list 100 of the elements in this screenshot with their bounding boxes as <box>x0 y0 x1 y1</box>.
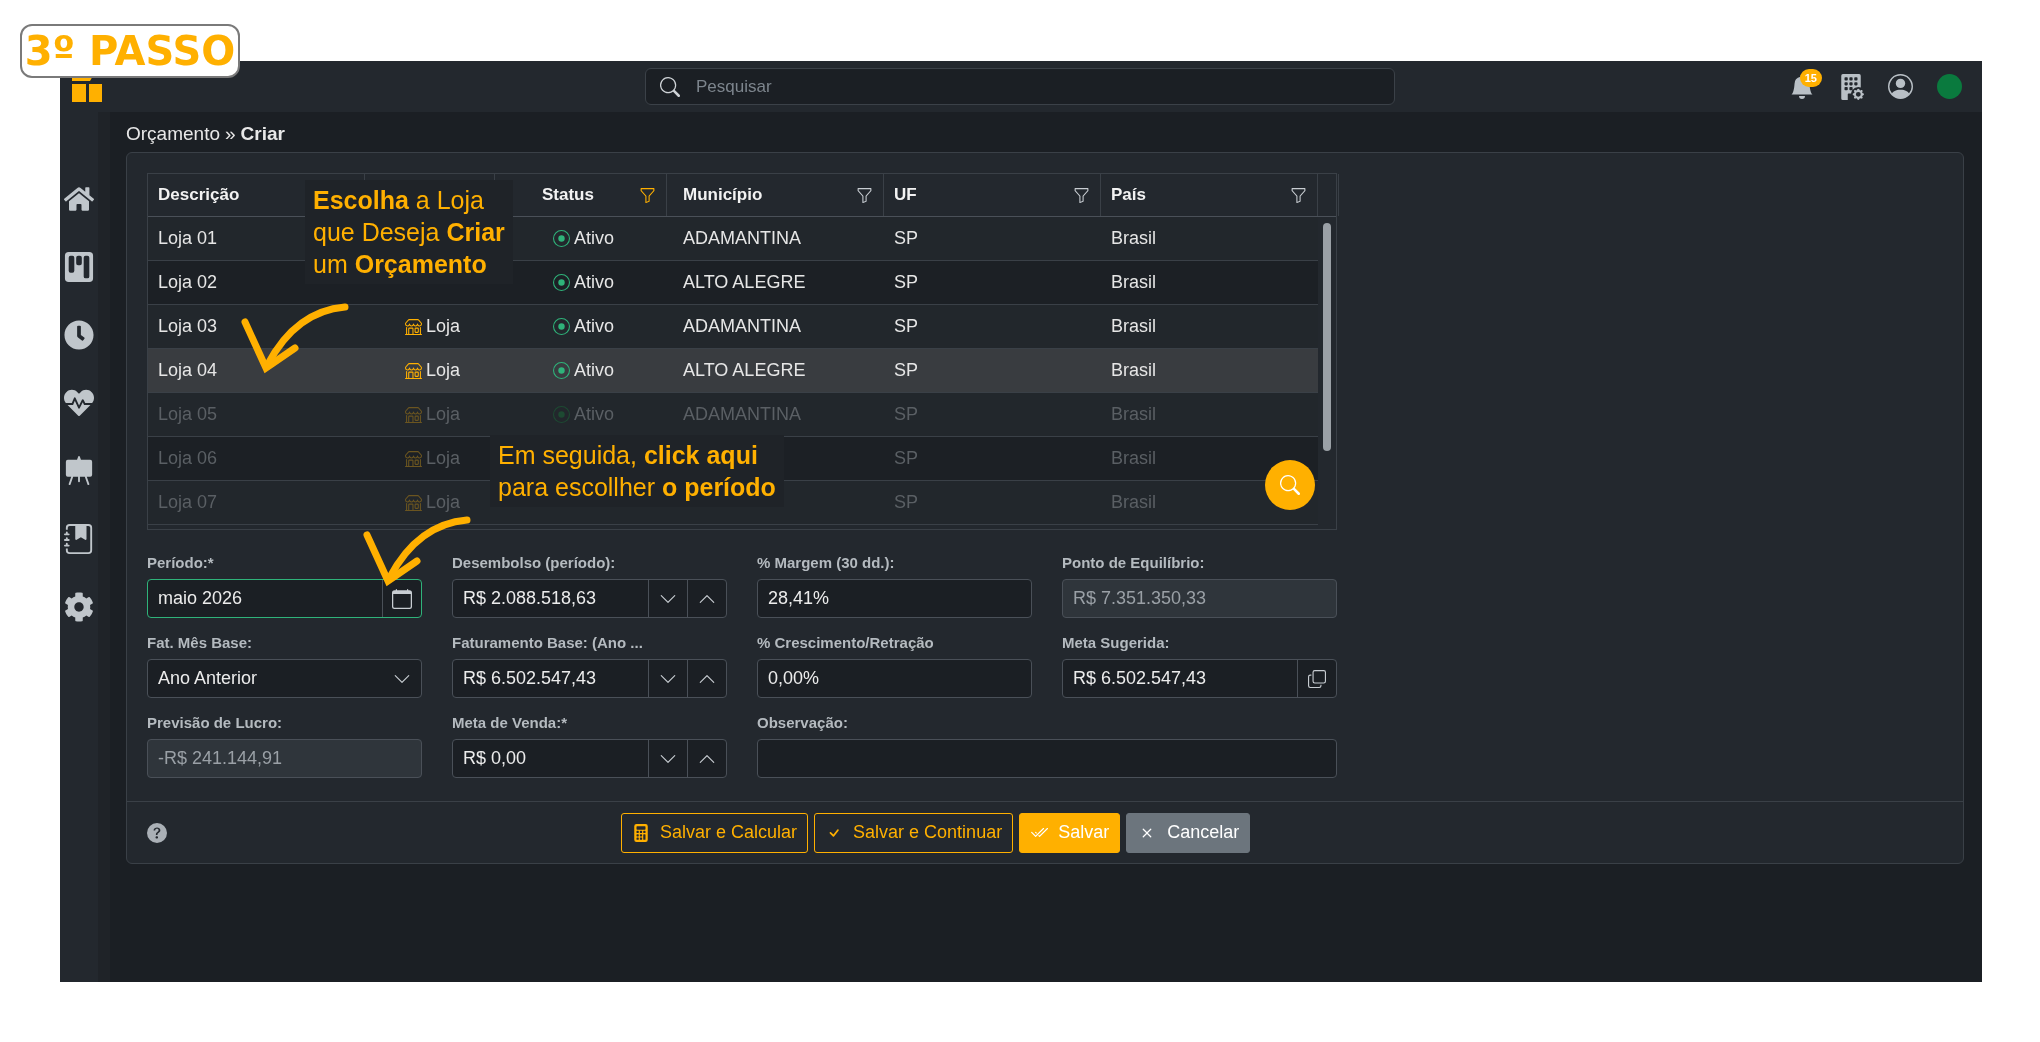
table-row[interactable]: Loja 04 Loja Ativo ALTO ALEGRE SP Brasil <box>148 349 1318 393</box>
table-cell: SP <box>894 404 918 425</box>
table-cell: Brasil <box>1111 492 1156 513</box>
table-cell: Loja 01 <box>158 228 218 249</box>
settings-icon[interactable] <box>64 592 94 622</box>
input-field[interactable] <box>757 739 1337 778</box>
input-text[interactable]: R$ 6.502.547,43 <box>1063 660 1297 697</box>
status-icon <box>553 274 570 291</box>
help-icon[interactable] <box>147 822 167 843</box>
shop-icon <box>405 362 422 379</box>
search-bar[interactable]: Pesquisar <box>645 68 1395 105</box>
field-label: Observação: <box>757 714 849 731</box>
filter-icon[interactable] <box>639 186 656 204</box>
input-field[interactable]: 28,41% <box>757 579 1032 618</box>
table-cell: SP <box>894 492 918 513</box>
filter-icon[interactable] <box>856 186 873 204</box>
search-icon <box>660 76 680 97</box>
kanban-icon[interactable] <box>64 252 94 282</box>
search-icon <box>1280 475 1300 495</box>
action-button[interactable]: Cancelar <box>1126 812 1251 853</box>
field-label: Meta de Venda:* <box>452 714 569 731</box>
number-spinner[interactable]: R$ 6.502.547,43 <box>452 659 727 698</box>
table-cell: SP <box>894 228 918 249</box>
table-cell: Loja <box>426 360 461 381</box>
number-spinner[interactable]: R$ 0,00 <box>452 739 727 778</box>
table-cell: ALTO ALEGRE <box>683 272 806 293</box>
column-title: País <box>1111 185 1146 205</box>
table-cell: Brasil <box>1111 316 1156 337</box>
table-cell: Loja 03 <box>158 316 218 337</box>
breadcrumb-separator: » <box>225 123 236 145</box>
status-icon <box>553 230 570 247</box>
table-cell: ADAMANTINA <box>683 404 801 425</box>
table-cell: Loja 04 <box>158 360 218 381</box>
copy-field[interactable]: R$ 6.502.547,43 <box>1062 659 1337 698</box>
action-button[interactable]: Salvar e Continuar <box>814 812 1014 853</box>
step-badge: 3º PASSO <box>20 24 240 78</box>
table-cell: Loja 07 <box>158 492 218 513</box>
home-icon[interactable] <box>64 184 94 214</box>
table-cell: Ativo <box>574 360 615 381</box>
shop-icon <box>405 450 422 467</box>
table-cell: SP <box>894 316 918 337</box>
status-icon <box>553 406 570 423</box>
field-label: Meta Sugerida: <box>1062 634 1171 651</box>
copy-icon <box>1308 669 1326 688</box>
notification-badge: 15 <box>1799 68 1822 87</box>
column-title: UF <box>894 185 917 205</box>
column-title: Descrição <box>158 185 240 205</box>
shop-icon <box>405 406 422 423</box>
search-field[interactable]: Pesquisar <box>694 75 1380 98</box>
user-avatar-icon[interactable] <box>1888 74 1913 99</box>
table-cell: Loja <box>426 448 461 469</box>
calculator-icon <box>632 823 650 842</box>
field-label: Previsão de Lucro: <box>147 714 284 731</box>
table-cell: Brasil <box>1111 228 1156 249</box>
table-cell: Ativo <box>574 404 615 425</box>
breadcrumb-link[interactable]: Orçamento <box>126 123 220 145</box>
input-field[interactable]: 0,00% <box>757 659 1032 698</box>
table-cell: ALTO ALEGRE <box>683 360 806 381</box>
shop-icon <box>405 494 422 511</box>
column-title: Status <box>542 185 594 205</box>
field-label: Faturamento Base: (Ano ... <box>452 634 644 651</box>
input-text[interactable]: R$ 0,00 <box>453 740 648 777</box>
table-cell: Loja <box>426 404 461 425</box>
table-cell: Brasil <box>1111 272 1156 293</box>
field-label: Desembolso (período): <box>452 554 617 571</box>
field-label: % Margem (30 dd.): <box>757 554 896 571</box>
input-text[interactable]: R$ 6.502.547,43 <box>453 660 648 697</box>
table-cell: Loja 02 <box>158 272 218 293</box>
table-cell: Loja <box>426 492 461 513</box>
table-cell: Loja 05 <box>158 404 218 425</box>
input-text[interactable]: Ano Anterior <box>148 660 382 697</box>
calendar-icon <box>392 588 412 609</box>
table-cell: Loja <box>426 316 461 337</box>
number-spinner[interactable]: R$ 2.088.518,63 <box>452 579 727 618</box>
table-cell: SP <box>894 448 918 469</box>
field-label: % Crescimento/Retração <box>757 634 935 651</box>
table-cell: SP <box>894 272 918 293</box>
table-cell: Ativo <box>574 272 615 293</box>
select-field[interactable]: Ano Anterior <box>147 659 422 698</box>
input-text[interactable]: R$ 2.088.518,63 <box>453 580 648 617</box>
table-cell: Ativo <box>574 228 615 249</box>
input-text[interactable]: maio 2026 <box>148 580 382 617</box>
field-label: Período:* <box>147 554 215 571</box>
tutorial-tooltip: Em seguida, click aqui para escollher o período <box>490 435 784 507</box>
date-picker[interactable]: maio 2026 <box>147 579 422 618</box>
table-cell: Brasil <box>1111 448 1156 469</box>
filter-icon[interactable] <box>1290 186 1307 204</box>
journal-icon[interactable] <box>64 524 94 554</box>
action-button[interactable]: Salvar e Calcular <box>621 812 809 853</box>
table-cell: ADAMANTINA <box>683 228 801 249</box>
building-gear-icon[interactable] <box>1838 73 1864 100</box>
easel-icon[interactable] <box>64 456 94 486</box>
filter-icon[interactable] <box>1073 186 1090 204</box>
table-cell: Brasil <box>1111 360 1156 381</box>
field-label: Ponto de Equilíbrio: <box>1062 554 1206 571</box>
clock-icon[interactable] <box>64 320 94 350</box>
field-label: Fat. Mês Base: <box>147 634 254 651</box>
status-icon <box>553 318 570 335</box>
heartbeat-icon[interactable] <box>64 388 94 418</box>
shop-icon <box>405 318 422 335</box>
